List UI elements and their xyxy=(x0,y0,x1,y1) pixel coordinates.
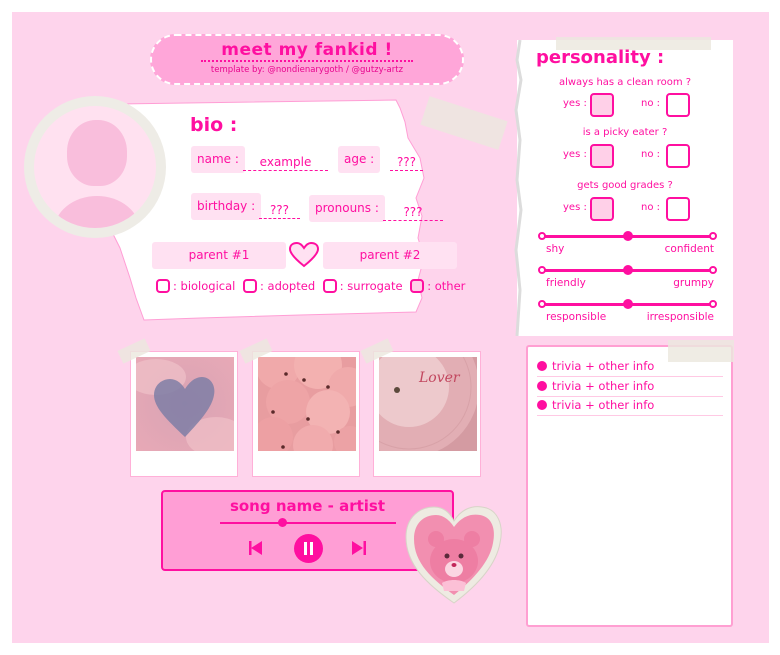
slider-end-dot xyxy=(709,266,717,274)
name-field[interactable]: example xyxy=(243,155,328,171)
relation-options: : biological : adopted : surrogate : oth… xyxy=(156,278,469,293)
q3-no-checkbox[interactable] xyxy=(666,197,690,221)
slider-right-label: confident xyxy=(664,243,714,255)
other-label: : other xyxy=(427,278,466,293)
slider-start-dot xyxy=(538,232,546,240)
q2-no-label: no : xyxy=(641,149,661,160)
title-underline xyxy=(201,60,413,62)
pronouns-field[interactable]: ??? xyxy=(383,205,443,221)
bullet-icon xyxy=(537,400,547,410)
lover-vinyl-photo: Lover xyxy=(379,357,477,451)
bio-heading: bio : xyxy=(190,114,238,136)
pause-icon-bar xyxy=(310,542,313,555)
biological-checkbox[interactable] xyxy=(156,278,170,293)
slider-right-label: grumpy xyxy=(673,277,714,289)
pause-icon xyxy=(304,542,307,555)
trivia-item: trivia + other info xyxy=(537,396,723,416)
page-title: meet my fankid ! xyxy=(221,40,393,60)
personality-heading: personality : xyxy=(536,47,665,68)
q2-yes-label: yes : xyxy=(563,149,587,160)
pink-balloons-photo xyxy=(258,357,356,451)
slider-start-dot xyxy=(538,266,546,274)
user-avatar-placeholder-icon xyxy=(34,106,156,228)
question-2: is a picky eater ? xyxy=(582,127,668,138)
relation-option-other[interactable]: : other xyxy=(410,278,465,293)
slider-handle[interactable] xyxy=(622,265,633,275)
polaroid-1[interactable] xyxy=(117,338,238,477)
q2-yes-checkbox[interactable] xyxy=(590,144,614,168)
previous-icon[interactable] xyxy=(249,541,263,555)
slider-end-dot xyxy=(709,300,717,308)
q1-yes-label: yes : xyxy=(563,98,587,109)
relation-option-adopted[interactable]: : adopted xyxy=(243,278,315,293)
pronouns-label: pronouns : xyxy=(309,195,385,222)
template-credit: template by: @nondienarygoth / @gutzy-ar… xyxy=(210,65,404,75)
parent-1-field[interactable]: parent #1 xyxy=(152,242,286,269)
name-label: name : xyxy=(191,146,245,173)
slider-end-dot xyxy=(709,232,717,240)
surrogate-label: : surrogate xyxy=(339,278,403,293)
q3-yes-checkbox[interactable] xyxy=(590,197,614,221)
trivia-item: trivia + other info xyxy=(537,377,723,397)
question-1: always has a clean room ? xyxy=(558,77,692,88)
polaroid-3[interactable]: Lover xyxy=(360,338,481,477)
next-icon[interactable] xyxy=(352,541,366,555)
q1-yes-checkbox[interactable] xyxy=(590,93,614,117)
birthday-field[interactable]: ??? xyxy=(259,203,300,219)
adopted-label: : adopted xyxy=(260,278,316,293)
trivia-item: trivia + other info xyxy=(537,357,723,377)
slider-handle[interactable] xyxy=(622,231,633,241)
surrogate-checkbox[interactable] xyxy=(322,278,337,293)
bullet-icon xyxy=(537,361,547,371)
q1-no-label: no : xyxy=(641,98,661,109)
birthday-label: birthday : xyxy=(191,193,262,220)
question-3: gets good grades ? xyxy=(577,180,673,191)
q1-no-checkbox[interactable] xyxy=(666,93,690,117)
q3-yes-label: yes : xyxy=(563,202,587,213)
pause-button[interactable] xyxy=(294,534,323,563)
slider-left-label: friendly xyxy=(546,277,586,289)
avatar-head-shape xyxy=(67,120,127,186)
relation-option-surrogate[interactable]: : surrogate xyxy=(322,278,403,293)
slider-right-label: irresponsible xyxy=(646,311,714,323)
slider-handle[interactable] xyxy=(622,299,633,309)
polaroid-2[interactable] xyxy=(239,338,360,477)
avatar[interactable] xyxy=(24,96,166,238)
progress-bar[interactable] xyxy=(220,518,396,527)
progress-knob[interactable] xyxy=(277,518,287,527)
biological-label: : biological xyxy=(173,278,236,293)
svg-text:Lover: Lover xyxy=(418,370,461,386)
other-checkbox[interactable] xyxy=(410,278,425,293)
slider-start-dot xyxy=(538,300,546,308)
avatar-body-shape xyxy=(54,196,140,228)
age-field[interactable]: ??? xyxy=(390,155,423,171)
relation-option-biological[interactable]: : biological xyxy=(156,278,235,293)
parent-2-field[interactable]: parent #2 xyxy=(323,242,457,269)
adopted-checkbox[interactable] xyxy=(243,278,258,293)
slider-left-label: shy xyxy=(546,243,565,255)
slider-left-label: responsible xyxy=(546,311,607,323)
title-banner: meet my fankid ! template by: @nondienar… xyxy=(150,34,464,85)
care-bear-heart-sticker xyxy=(405,506,502,604)
age-label: age : xyxy=(338,146,381,173)
bullet-icon xyxy=(537,381,547,391)
q3-no-label: no : xyxy=(641,202,661,213)
q2-no-checkbox[interactable] xyxy=(666,144,690,168)
heart-outline-icon xyxy=(288,241,320,268)
heart-cloud-photo xyxy=(136,357,234,451)
